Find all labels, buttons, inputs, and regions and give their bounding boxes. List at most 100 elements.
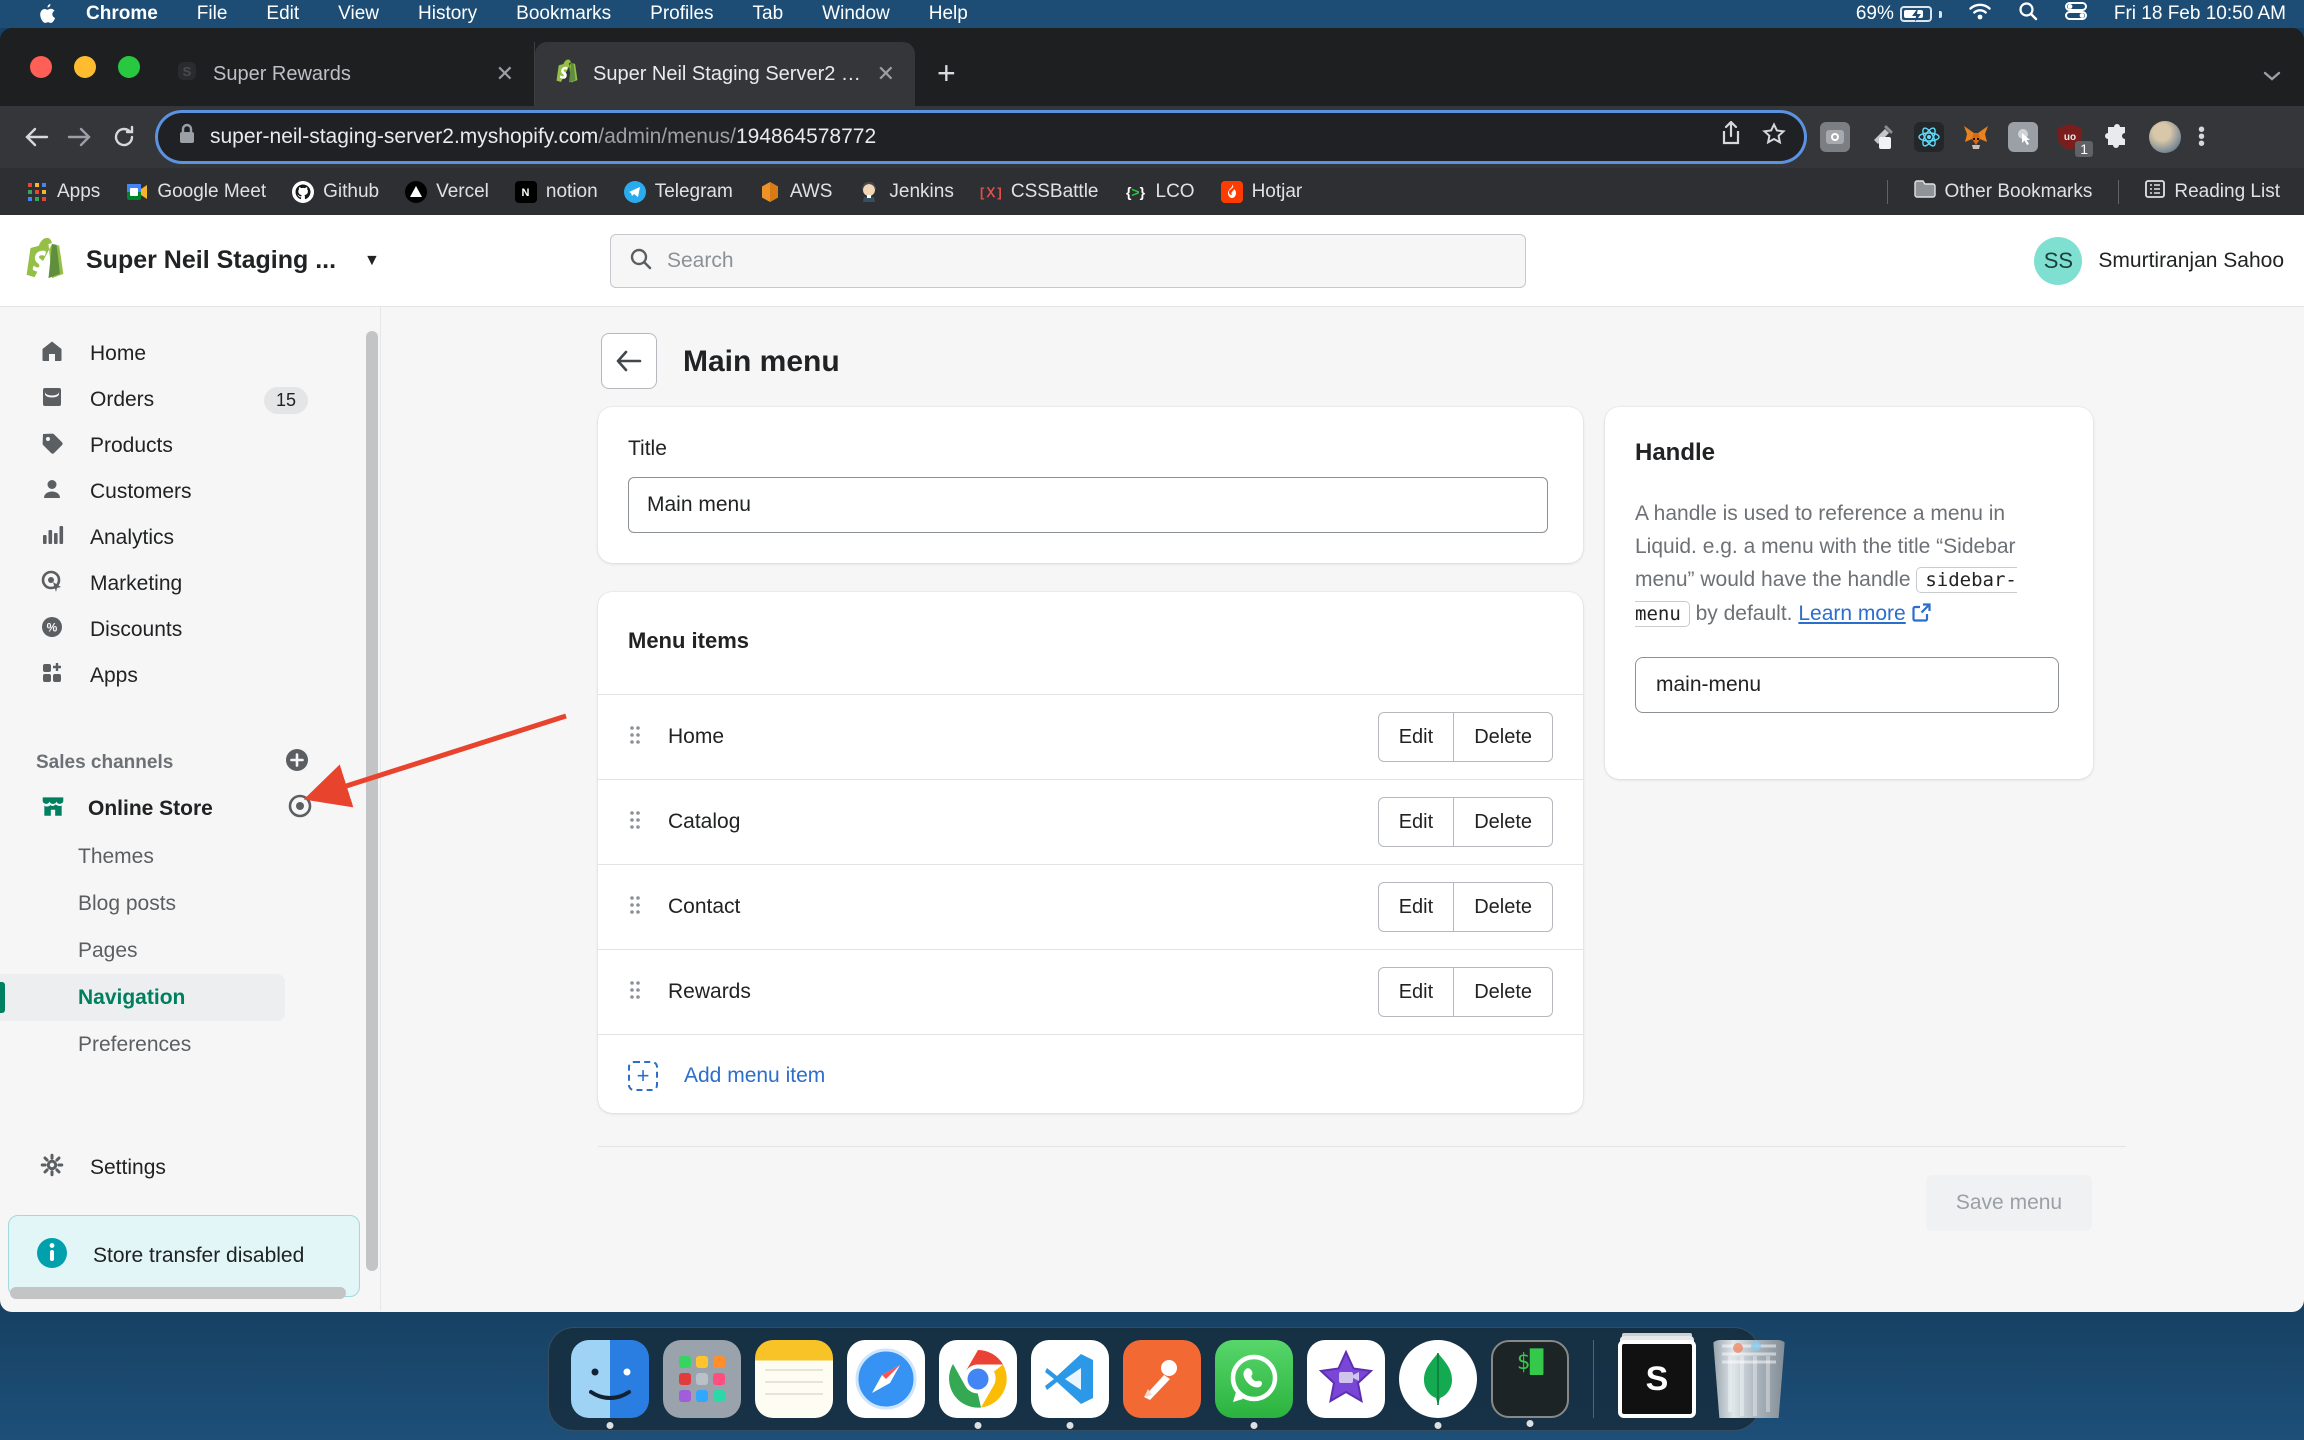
bookmark-google-meet[interactable]: Google Meet xyxy=(126,181,266,203)
add-sales-channel-icon[interactable] xyxy=(284,747,310,779)
mongodb-dock-icon[interactable] xyxy=(1399,1340,1477,1418)
safari-dock-icon[interactable] xyxy=(847,1340,925,1418)
menu-history[interactable]: History xyxy=(418,3,477,25)
wifi-icon[interactable] xyxy=(1968,1,1992,27)
sidebar-item-orders[interactable]: Orders 15 xyxy=(0,377,352,423)
back-icon[interactable] xyxy=(14,125,58,149)
bookmark-lco[interactable]: {>} LCO xyxy=(1125,181,1195,203)
close-tab-icon[interactable]: ✕ xyxy=(877,61,895,87)
colorpicker-extension-icon[interactable] xyxy=(1867,122,1897,152)
close-tab-icon[interactable]: ✕ xyxy=(496,61,514,87)
whatsapp-dock-icon[interactable] xyxy=(1215,1340,1293,1418)
sidebar-item-analytics[interactable]: Analytics xyxy=(0,515,352,561)
chrome-profile-avatar[interactable] xyxy=(2149,121,2181,153)
learn-more-link[interactable]: Learn more xyxy=(1798,602,1905,625)
user-menu[interactable]: SS Smurtiranjan Sahoo xyxy=(2034,237,2284,285)
bookmark-aws[interactable]: AWS xyxy=(759,181,833,203)
sidebar-item-navigation[interactable]: Navigation xyxy=(0,974,285,1021)
tab-shopify-admin[interactable]: Super Neil Staging Server2 ~ M ✕ xyxy=(535,42,915,106)
vscode-dock-icon[interactable] xyxy=(1031,1340,1109,1418)
sidebar-item-apps[interactable]: Apps xyxy=(0,653,352,699)
bookmark-vercel[interactable]: Vercel xyxy=(405,181,489,203)
save-menu-button[interactable]: Save menu xyxy=(1926,1175,2092,1231)
forward-icon[interactable] xyxy=(58,125,102,149)
menu-title-input[interactable] xyxy=(628,477,1548,533)
zoom-window-button[interactable] xyxy=(118,56,140,78)
delete-button[interactable]: Delete xyxy=(1454,797,1553,847)
spotlight-icon[interactable] xyxy=(2018,1,2038,27)
imovie-dock-icon[interactable] xyxy=(1307,1340,1385,1418)
apple-icon[interactable] xyxy=(38,3,56,25)
control-center-icon[interactable] xyxy=(2064,1,2088,27)
menu-help[interactable]: Help xyxy=(929,3,968,25)
sidebar-horizontal-scrollbar[interactable] xyxy=(10,1287,346,1299)
sidebar-item-marketing[interactable]: Marketing xyxy=(0,561,352,607)
menu-chrome[interactable]: Chrome xyxy=(86,3,158,25)
edit-button[interactable]: Edit xyxy=(1378,797,1454,847)
address-bar[interactable]: super-neil-staging-server2.myshopify.com… xyxy=(158,113,1804,161)
menu-tab[interactable]: Tab xyxy=(753,3,784,25)
delete-button[interactable]: Delete xyxy=(1454,882,1553,932)
menu-bookmarks[interactable]: Bookmarks xyxy=(516,3,611,25)
menu-window[interactable]: Window xyxy=(822,3,890,25)
minimize-window-button[interactable] xyxy=(74,56,96,78)
edit-button[interactable]: Edit xyxy=(1378,882,1454,932)
battery-indicator[interactable]: 69% xyxy=(1856,3,1942,25)
close-window-button[interactable] xyxy=(30,56,52,78)
trash-dock-icon[interactable] xyxy=(1710,1340,1788,1418)
sidebar-item-settings[interactable]: Settings xyxy=(0,1145,352,1191)
postman-dock-icon[interactable] xyxy=(1123,1340,1201,1418)
bookmark-github[interactable]: Github xyxy=(292,181,379,203)
share-icon[interactable] xyxy=(1720,121,1742,153)
sidebar-item-customers[interactable]: Customers xyxy=(0,469,352,515)
menu-edit[interactable]: Edit xyxy=(266,3,299,25)
extensions-puzzle-icon[interactable] xyxy=(2102,122,2132,152)
bookmark-cssbattle[interactable]: [Ｘ] CSSBattle xyxy=(980,181,1099,203)
sidebar-item-pages[interactable]: Pages xyxy=(0,927,352,974)
drag-handle-icon[interactable] xyxy=(628,979,642,1006)
search-input[interactable] xyxy=(667,249,1487,273)
add-menu-item[interactable]: + Add menu item xyxy=(598,1034,1583,1117)
bookmark-notion[interactable]: N notion xyxy=(515,181,598,203)
autoclicker-extension-icon[interactable] xyxy=(2008,122,2038,152)
sidebar-item-online-store[interactable]: Online Store xyxy=(0,785,352,833)
tab-super-rewards[interactable]: S Super Rewards ✕ xyxy=(155,42,535,106)
edit-button[interactable]: Edit xyxy=(1378,712,1454,762)
sidebar-item-themes[interactable]: Themes xyxy=(0,833,352,880)
sidebar-item-products[interactable]: Products xyxy=(0,423,352,469)
sidebar-item-preferences[interactable]: Preferences xyxy=(0,1021,352,1068)
sidebar-item-discounts[interactable]: % Discounts xyxy=(0,607,352,653)
store-switcher[interactable]: Super Neil Staging ... ▼ xyxy=(24,235,380,286)
sidebar-item-home[interactable]: Home xyxy=(0,331,352,377)
store-transfer-banner[interactable]: Store transfer disabled xyxy=(8,1215,360,1297)
shopify-file-dock-icon[interactable]: S xyxy=(1618,1340,1696,1418)
drag-handle-icon[interactable] xyxy=(628,809,642,836)
menu-file[interactable]: File xyxy=(197,3,228,25)
edit-button[interactable]: Edit xyxy=(1378,967,1454,1017)
notes-dock-icon[interactable] xyxy=(755,1340,833,1418)
global-search[interactable] xyxy=(610,234,1526,288)
metamask-extension-icon[interactable] xyxy=(1961,122,1991,152)
bookmark-jenkins[interactable]: Jenkins xyxy=(858,181,953,203)
ublock-extension-icon[interactable]: uo 1 xyxy=(2055,122,2085,152)
sidebar-item-blog-posts[interactable]: Blog posts xyxy=(0,880,352,927)
finder-dock-icon[interactable] xyxy=(571,1340,649,1418)
reading-list[interactable]: Reading List xyxy=(2145,180,2280,204)
sidebar-vertical-scrollbar[interactable] xyxy=(366,331,378,1271)
back-button[interactable] xyxy=(601,333,657,389)
menu-view[interactable]: View xyxy=(338,3,379,25)
react-devtools-extension-icon[interactable] xyxy=(1914,122,1944,152)
bookmark-star-icon[interactable] xyxy=(1762,122,1786,152)
menu-profiles[interactable]: Profiles xyxy=(650,3,713,25)
reload-icon[interactable] xyxy=(102,125,146,149)
other-bookmarks[interactable]: Other Bookmarks xyxy=(1914,180,2093,204)
view-store-eye-icon[interactable] xyxy=(286,792,314,826)
menubar-clock[interactable]: Fri 18 Feb 10:50 AM xyxy=(2114,3,2286,25)
delete-button[interactable]: Delete xyxy=(1454,967,1553,1017)
bookmark-hotjar[interactable]: Hotjar xyxy=(1221,181,1303,203)
chrome-menu-kebab-icon[interactable]: ••• xyxy=(2198,127,2206,148)
tab-search-chevron-icon[interactable] xyxy=(2262,69,2282,88)
drag-handle-icon[interactable] xyxy=(628,724,642,751)
bookmark-telegram[interactable]: Telegram xyxy=(624,181,733,203)
chrome-dock-icon[interactable] xyxy=(939,1340,1017,1418)
